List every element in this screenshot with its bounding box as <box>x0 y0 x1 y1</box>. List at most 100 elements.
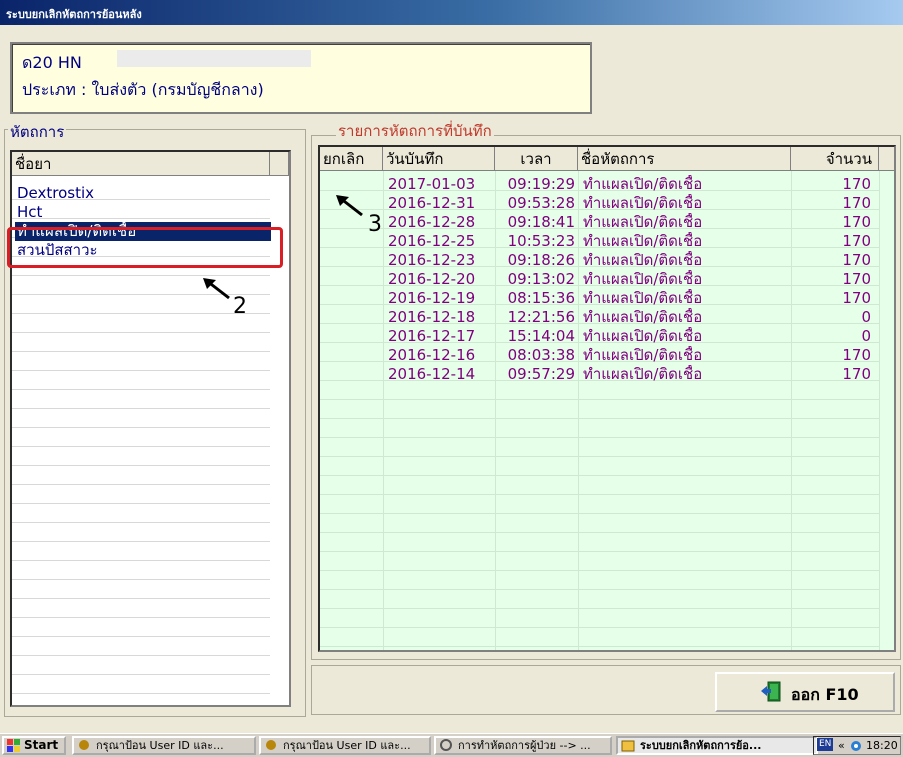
exit-button-label: ออก F10 <box>791 685 859 704</box>
grid-line <box>12 484 270 485</box>
taskbar-item-label: กรุณาป้อน User ID และ... <box>283 739 411 752</box>
column-header-date[interactable]: วันบันทึก <box>383 147 495 171</box>
grid-line <box>12 541 270 542</box>
grid-line <box>12 636 270 637</box>
taskbar-item-label: การทำหัตถการผู้ป่วย --> ... <box>458 739 591 752</box>
procedure-list-item[interactable]: Dextrostix <box>15 184 94 203</box>
grid-line <box>320 570 879 571</box>
cell-date: 2017-01-03 <box>388 175 476 193</box>
app-icon <box>79 740 89 750</box>
cell-time: 09:18:41 <box>507 213 575 231</box>
cell-procedure: ทำแผลเปิด/ติดเชื้อ <box>583 232 703 250</box>
table-row[interactable]: 2016-12-23 09:18:26 ทำแผลเปิด/ติดเชื้อ 170 <box>320 251 879 270</box>
cell-quantity: 170 <box>842 365 871 383</box>
grid-line <box>320 608 879 609</box>
grid-line <box>12 332 270 333</box>
patient-type: ประเภท : ใบส่งตัว (กรมบัญชีกลาง) <box>22 80 264 99</box>
cell-date: 2016-12-14 <box>388 365 476 383</box>
column-header-drug-name[interactable]: ชื่อยา <box>12 152 270 176</box>
procedure-list-item[interactable]: Hct <box>15 203 42 222</box>
table-row[interactable]: 2017-01-03 09:19:29 ทำแผลเปิด/ติดเชื้อ 170 <box>320 175 879 194</box>
cell-time: 09:18:26 <box>507 251 575 269</box>
cell-date: 2016-12-23 <box>388 251 476 269</box>
windows-logo-icon <box>7 739 20 752</box>
table-row[interactable]: 2016-12-16 08:03:38 ทำแผลเปิด/ติดเชื้อ 170 <box>320 346 879 365</box>
taskbar-item-login-1[interactable]: กรุณาป้อน User ID และ... <box>72 736 256 755</box>
procedure-group-label: หัตถการ <box>8 120 67 144</box>
cell-time: 10:53:23 <box>507 232 575 250</box>
start-button[interactable]: Start <box>2 736 66 755</box>
grid-line <box>320 437 879 438</box>
taskbar-item-login-2[interactable]: กรุณาป้อน User ID และ... <box>259 736 431 755</box>
tray-chevron-icon[interactable]: « <box>838 737 845 754</box>
cell-quantity: 170 <box>842 232 871 250</box>
annotation-red-box <box>7 227 283 268</box>
grid-line <box>12 617 270 618</box>
column-header-procedure[interactable]: ชื่อหัตถการ <box>578 147 791 171</box>
cell-procedure: ทำแผลเปิด/ติดเชื้อ <box>583 365 703 383</box>
tray-status-icon[interactable] <box>850 740 862 752</box>
grid-line <box>320 475 879 476</box>
taskbar-item-label: ระบบยกเลิกหัตถการย้อ... <box>640 739 762 752</box>
cell-quantity: 170 <box>842 289 871 307</box>
language-indicator[interactable]: EN <box>817 738 834 751</box>
app-icon <box>621 740 635 752</box>
redacted-hn <box>117 50 311 67</box>
cell-procedure: ทำแผลเปิด/ติดเชื้อ <box>583 289 703 307</box>
grid-line <box>12 522 270 523</box>
cell-time: 08:15:36 <box>507 289 575 307</box>
cell-quantity: 0 <box>861 308 871 326</box>
cell-time: 09:13:02 <box>507 270 575 288</box>
grid-line <box>12 598 270 599</box>
table-row[interactable]: 2016-12-14 09:57:29 ทำแผลเปิด/ติดเชื้อ 170 <box>320 365 879 384</box>
grid-line <box>12 408 270 409</box>
grid-line <box>320 551 879 552</box>
cell-procedure: ทำแผลเปิด/ติดเชื้อ <box>583 213 703 231</box>
grid-line <box>12 446 270 447</box>
clock: 18:20 <box>866 739 898 752</box>
table-row[interactable]: 2016-12-18 12:21:56 ทำแผลเปิด/ติดเชื้อ 0 <box>320 308 879 327</box>
cell-date: 2016-12-16 <box>388 346 476 364</box>
grid-line <box>12 465 270 466</box>
grid-line <box>12 427 270 428</box>
table-row[interactable]: 2016-12-31 09:53:28 ทำแผลเปิด/ติดเชื้อ 170 <box>320 194 879 213</box>
grid-line <box>320 456 879 457</box>
cell-procedure: ทำแผลเปิด/ติดเชื้อ <box>583 308 703 326</box>
grid-line <box>320 532 879 533</box>
grid-line <box>320 627 879 628</box>
grid-line <box>320 513 879 514</box>
taskbar-item-cancel-procedure[interactable]: ระบบยกเลิกหัตถการย้อ... <box>616 736 818 755</box>
table-row[interactable]: 2016-12-28 09:18:41 ทำแผลเปิด/ติดเชื้อ 170 <box>320 213 879 232</box>
column-header-time[interactable]: เวลา <box>495 147 578 171</box>
table-row[interactable]: 2016-12-17 15:14:04 ทำแผลเปิด/ติดเชื้อ 0 <box>320 327 879 346</box>
table-row[interactable]: 2016-12-25 10:53:23 ทำแผลเปิด/ติดเชื้อ 170 <box>320 232 879 251</box>
table-row[interactable]: 2016-12-19 08:15:36 ทำแผลเปิด/ติดเชื้อ 170 <box>320 289 879 308</box>
annotation-number-3: 3 <box>368 212 382 237</box>
annotation-number-2: 2 <box>233 294 247 319</box>
grid-line <box>12 674 270 675</box>
grid-line <box>320 589 879 590</box>
cell-quantity: 0 <box>861 327 871 345</box>
grid-line <box>12 389 270 390</box>
column-header-quantity[interactable]: จำนวน <box>791 147 879 171</box>
cell-time: 09:53:28 <box>507 194 575 212</box>
cell-procedure: ทำแผลเปิด/ติดเชื้อ <box>583 270 703 288</box>
app-icon <box>440 739 452 751</box>
annotation-arrow-2-icon <box>203 278 230 300</box>
cell-date: 2016-12-20 <box>388 270 476 288</box>
taskbar: Start กรุณาป้อน User ID และ... กรุณาป้อน… <box>0 733 903 757</box>
grid-line <box>12 313 270 314</box>
column-header-filler <box>879 147 894 171</box>
exit-button[interactable]: ออก F10 <box>715 672 895 712</box>
grid-line <box>12 370 270 371</box>
column-header-cancel[interactable]: ยกเลิก <box>320 147 383 171</box>
cell-time: 08:03:38 <box>507 346 575 364</box>
cell-time: 12:21:56 <box>507 308 575 326</box>
table-row[interactable]: 2016-12-20 09:13:02 ทำแผลเปิด/ติดเชื้อ 170 <box>320 270 879 289</box>
cell-date: 2016-12-19 <box>388 289 476 307</box>
cell-procedure: ทำแผลเปิด/ติดเชื้อ <box>583 251 703 269</box>
grid-line <box>12 579 270 580</box>
taskbar-item-procedure[interactable]: การทำหัตถการผู้ป่วย --> ... <box>434 736 612 755</box>
recorded-procedure-table[interactable]: ยกเลิก วันบันทึก เวลา ชื่อหัตถการ จำนวน 2017-… <box>318 145 896 652</box>
grid-line <box>12 693 270 694</box>
